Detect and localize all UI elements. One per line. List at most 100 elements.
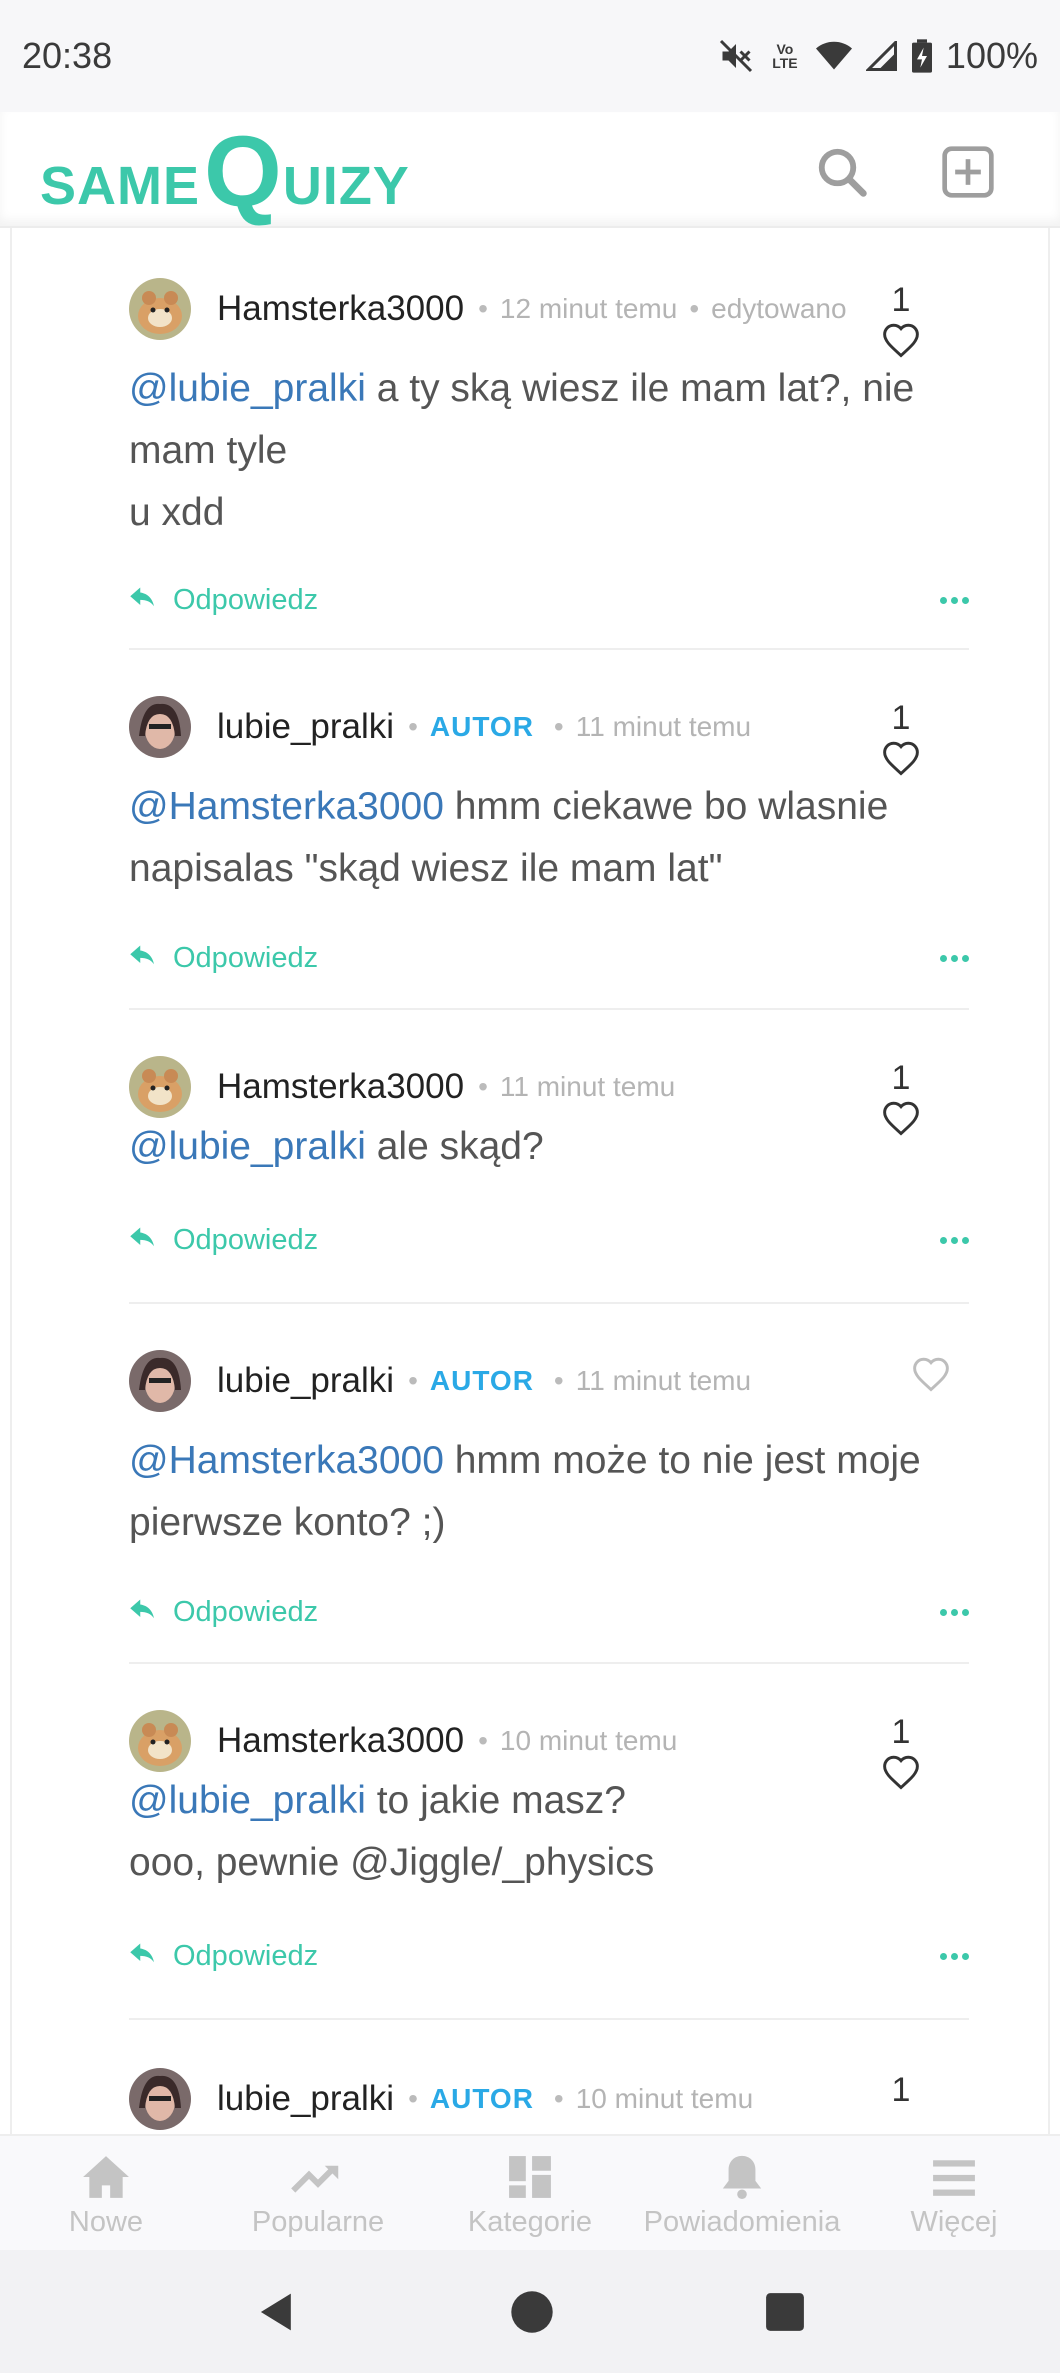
comment-timestamp: 11 minut temu — [575, 711, 752, 742]
more-options-icon[interactable] — [940, 1608, 969, 1616]
mute-icon — [718, 38, 754, 74]
comment-username[interactable]: Hamsterka3000 — [217, 289, 464, 329]
comment-text: @Hamsterka3000 hmm ciekawe bo wlasnie na… — [129, 785, 889, 890]
heart-icon[interactable] — [881, 322, 921, 358]
battery-level: 100% — [945, 35, 1038, 76]
status-time: 20:38 — [22, 35, 113, 76]
mention-link[interactable]: @Hamsterka3000 — [129, 785, 444, 828]
back-icon[interactable] — [254, 2289, 300, 2335]
comment-username[interactable]: lubie_pralki — [217, 707, 394, 747]
author-badge: AUTOR — [429, 2083, 534, 2114]
volte-icon: Vo LTE — [772, 41, 798, 71]
comment-username[interactable]: Hamsterka3000 — [217, 1721, 464, 1761]
comment-username[interactable]: lubie_pralki — [217, 2079, 394, 2119]
bottom-navigation: Nowe Popularne Kategorie Powiadomienia W… — [0, 2134, 1060, 2250]
like-count: 1 — [891, 699, 911, 737]
avatar[interactable] — [129, 696, 191, 758]
add-quiz-button[interactable] — [938, 142, 998, 202]
edited-label: edytowano — [711, 293, 847, 324]
like-area — [901, 1356, 961, 1392]
comment-timestamp: 11 minut temu — [575, 1365, 752, 1396]
comment-timestamp: 11 minut temu — [499, 1071, 676, 1102]
add-box-icon — [942, 146, 994, 198]
reply-icon — [130, 1599, 154, 1619]
avatar[interactable] — [129, 278, 191, 340]
divider — [129, 648, 969, 650]
like-area: 1 — [871, 696, 931, 776]
comment-username[interactable]: lubie_pralki — [217, 1361, 394, 1401]
status-bar: 20:38 Vo LTE 100% — [0, 0, 1060, 112]
author-badge: AUTOR — [429, 1365, 534, 1396]
divider — [129, 1662, 969, 1664]
mention-link[interactable]: @lubie_pralki — [129, 1779, 366, 1822]
comment-timestamp: 10 minut temu — [575, 2083, 754, 2114]
nav-item-wiecej[interactable]: Więcej — [848, 2136, 1060, 2250]
reply-button[interactable]: Odpowiedz — [129, 1596, 318, 1629]
reply-button[interactable]: Odpowiedz — [129, 942, 318, 975]
comments-list[interactable]: Hamsterka3000 • 12 minut temu • edytowan… — [10, 228, 1050, 2134]
comment-item: lubie_pralki • AUTOR • 11 minut temu 1 @… — [129, 696, 969, 974]
comment-item: Hamsterka3000 • 11 minut temu 1 @lubie_p… — [129, 1056, 969, 1256]
more-options-icon[interactable] — [940, 596, 969, 604]
comment-timestamp: 10 minut temu — [499, 1725, 678, 1756]
comment-item: Hamsterka3000 • 12 minut temu • edytowan… — [129, 278, 969, 616]
nav-item-nowe[interactable]: Nowe — [0, 2136, 212, 2250]
comment-item: Hamsterka3000 • 10 minut temu 1 @lubie_p… — [129, 1710, 969, 1972]
comment-text: @lubie_pralki to jakie masz? ooo, pewnie… — [129, 1779, 655, 1884]
reply-icon — [130, 1943, 154, 1963]
more-options-icon[interactable] — [940, 1952, 969, 1960]
reply-button[interactable]: Odpowiedz — [129, 1224, 318, 1257]
app-header: SAME Q UIZY — [0, 112, 1060, 228]
like-count: 1 — [891, 2071, 911, 2109]
avatar[interactable] — [129, 2068, 191, 2130]
wifi-icon — [815, 41, 852, 71]
comment-text: @lubie_pralki ale skąd? — [129, 1125, 544, 1168]
author-badge: AUTOR — [429, 711, 534, 742]
comment-timestamp: 12 minut temu — [499, 293, 678, 324]
nav-item-kategorie[interactable]: Kategorie — [424, 2136, 636, 2250]
battery-icon — [911, 39, 932, 73]
home-icon — [83, 2156, 129, 2198]
more-options-icon[interactable] — [940, 954, 969, 962]
more-options-icon[interactable] — [940, 1236, 969, 1244]
like-area: 1 — [871, 2068, 931, 2112]
heart-icon[interactable] — [881, 740, 921, 776]
reply-icon — [130, 945, 154, 965]
system-navigation — [0, 2250, 1060, 2373]
bell-icon — [722, 2155, 762, 2200]
reply-button[interactable]: Odpowiedz — [129, 584, 318, 617]
mention-link[interactable]: @lubie_pralki — [129, 367, 366, 410]
comment-text: @lubie_pralki a ty ską wiesz ile mam lat… — [129, 367, 915, 534]
comment-text: @Hamsterka3000 hmm może to nie jest moje… — [129, 1439, 921, 1544]
like-count: 1 — [891, 1059, 911, 1097]
like-count: 1 — [891, 281, 911, 319]
avatar[interactable] — [129, 1056, 191, 1118]
divider — [129, 1008, 969, 1010]
signal-icon — [865, 41, 898, 71]
comment-item: lubie_pralki • AUTOR • 11 minut temu @Ha… — [129, 1350, 969, 1628]
menu-icon — [933, 2160, 975, 2196]
divider — [129, 2018, 969, 2020]
reply-icon — [130, 587, 154, 607]
samequizy-logo[interactable]: SAME Q UIZY — [40, 122, 410, 222]
comment-item: lubie_pralki • AUTOR • 10 minut temu 1 — [129, 2068, 969, 2134]
trending-icon — [291, 2165, 339, 2193]
reply-button[interactable]: Odpowiedz — [129, 1940, 318, 1973]
divider — [129, 1302, 969, 1304]
mention-link[interactable]: @lubie_pralki — [129, 1125, 366, 1168]
avatar[interactable] — [129, 1710, 191, 1772]
like-count: 1 — [891, 1713, 911, 1751]
mention-link[interactable]: @Hamsterka3000 — [129, 1439, 444, 1482]
search-icon — [818, 148, 867, 197]
reply-icon — [130, 1227, 154, 1247]
like-area: 1 — [871, 278, 931, 358]
comment-username[interactable]: Hamsterka3000 — [217, 1067, 464, 1107]
search-button[interactable] — [812, 142, 872, 202]
avatar[interactable] — [129, 1350, 191, 1412]
recents-icon[interactable] — [764, 2291, 806, 2333]
home-circle-icon[interactable] — [509, 2289, 555, 2335]
nav-item-powiadomienia[interactable]: Powiadomienia — [636, 2136, 848, 2250]
nav-item-popularne[interactable]: Popularne — [212, 2136, 424, 2250]
grid-icon — [509, 2156, 551, 2198]
heart-icon[interactable] — [911, 1356, 951, 1392]
